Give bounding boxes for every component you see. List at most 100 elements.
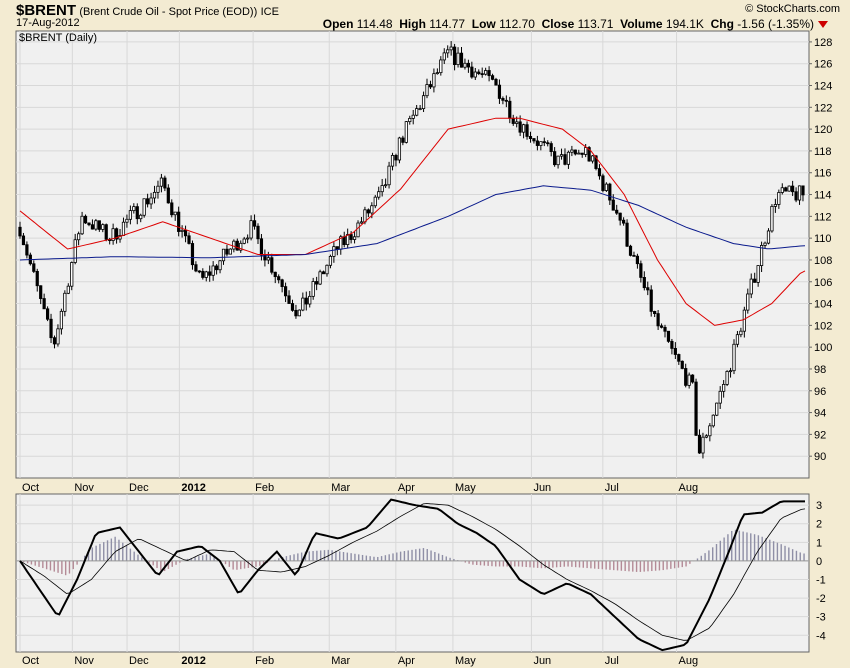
candle-body [418,108,422,111]
candle-body [228,248,233,255]
histogram-bar [106,540,109,561]
candle-body [397,137,402,161]
candle-body [77,233,81,241]
candle-body [183,229,188,237]
candle-body [642,277,646,289]
candle-body [763,242,767,246]
candle-body [791,185,795,193]
histogram-bar [129,548,132,561]
candle-body [456,52,460,66]
candle-body [146,198,150,205]
candle-body [135,206,139,220]
candle-body [80,215,84,235]
histogram-bar [799,552,801,561]
histogram-bar [643,560,645,572]
histogram-bar [396,552,398,561]
candle-body [187,235,191,244]
candle-body [735,334,740,345]
candle-body [304,297,308,305]
histogram-bar [339,551,341,561]
x-tick-label: Jul [605,482,619,494]
candle-body [283,286,288,297]
candle-body [777,192,781,205]
histogram-bar [533,560,535,568]
histogram-bar [361,554,364,561]
candle-body [177,211,181,232]
candle-body [394,154,398,161]
y-tick-label: 114 [814,190,832,202]
histogram-bar [719,540,722,561]
candle-body [563,154,567,165]
histogram-bar [308,551,310,561]
macd-panel [15,493,810,653]
candle-body [342,236,346,245]
histogram-bar [30,560,33,565]
histogram-bar [654,560,657,571]
x-tick-label: Mar [331,482,350,494]
candle-body [49,318,53,339]
histogram-bar [555,560,558,568]
candle-body [87,222,91,226]
y-tick-label: -1 [816,575,826,587]
candle-body [597,168,602,177]
histogram-bar [175,560,177,565]
y-tick-label: 124 [814,81,832,93]
histogram-bar [552,560,554,568]
histogram-bar [673,560,676,569]
candle-body [797,185,802,201]
candle-body [387,165,391,186]
candle-body [756,265,760,283]
candle-body [45,308,50,320]
candle-body [463,62,467,68]
histogram-bar [118,539,120,561]
candle-body [694,381,698,436]
candle-body [201,270,205,278]
candle-body [208,271,212,276]
histogram-bar [240,560,242,570]
histogram-bar [578,560,581,568]
histogram-bar [567,560,569,567]
histogram-bar [236,560,238,570]
histogram-bar [91,547,94,561]
candle-body [59,310,63,330]
candle-body [104,224,108,240]
candle-body [294,309,298,317]
histogram-bar [103,542,105,561]
y-tick-label: 126 [814,59,832,71]
histogram-bar [677,560,680,568]
candle-body [608,183,612,201]
candle-body [497,84,502,99]
candle-body [684,368,688,386]
histogram-bar [331,550,333,561]
histogram-bar [788,547,790,561]
y-tick-label: 118 [814,146,832,158]
histogram-bar [639,560,642,572]
histogram-bar [42,560,44,569]
candle-body [780,187,784,193]
histogram-bar [540,560,543,569]
candle-body [25,244,29,256]
candle-body [473,71,477,78]
y-tick-label: 90 [814,451,826,463]
y-tick-label: 106 [814,277,832,289]
candle-body [494,78,498,86]
y-tick-label: 92 [814,429,826,441]
candle-body [380,185,384,193]
candle-body [770,205,774,232]
candle-body [487,70,491,77]
histogram-bar [152,560,154,566]
y-tick-label: -4 [816,630,826,642]
y-tick-label: 94 [814,408,826,420]
histogram-bar [502,560,505,567]
candle-body [273,271,277,278]
y-tick-label: 116 [814,168,832,180]
histogram-bar [72,560,74,570]
candle-body [515,121,519,124]
histogram-bar [297,553,299,561]
x-tick-label: Oct [22,655,39,667]
y-tick-label: 122 [814,102,832,114]
histogram-bar [99,543,101,561]
panel-label: $BRENT (Daily) [19,32,97,44]
candle-body [246,237,250,240]
histogram-bar [616,560,619,571]
